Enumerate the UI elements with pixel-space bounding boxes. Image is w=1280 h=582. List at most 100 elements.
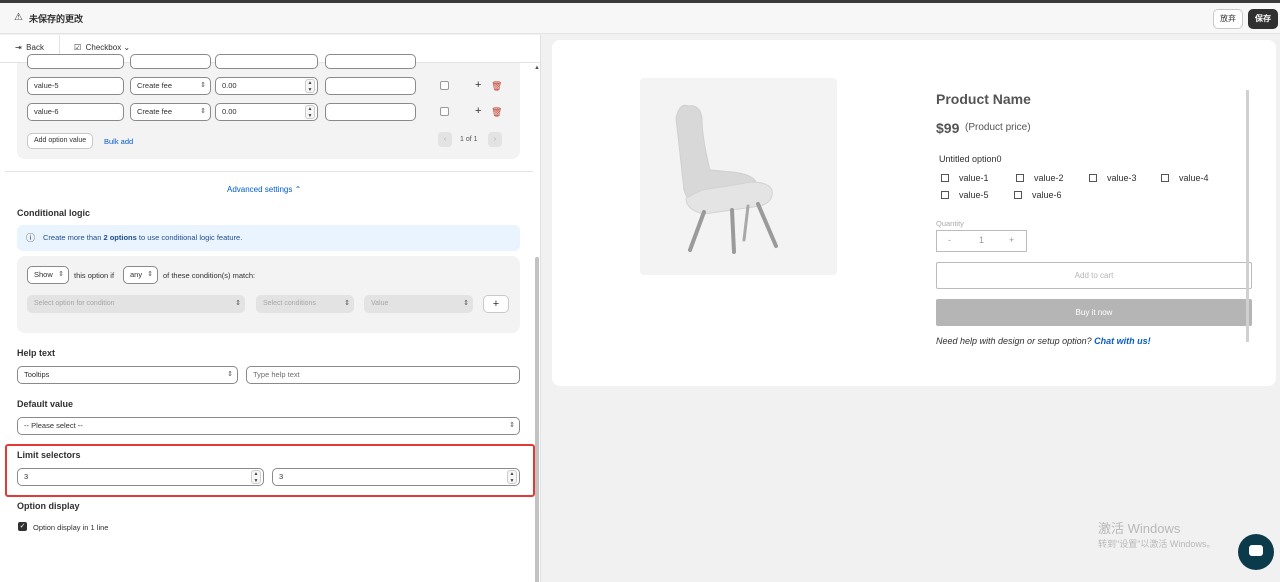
- product-image: [640, 78, 837, 275]
- preview-checkbox-value-2[interactable]: value-2: [1016, 173, 1064, 183]
- preview-value-label: value-3: [1107, 173, 1137, 183]
- default-checkbox[interactable]: [440, 81, 449, 90]
- default-value-select[interactable]: -- Please select -- ⇕: [17, 417, 520, 435]
- this-option-if-label: this option if: [74, 271, 115, 280]
- info-text: Create more than: [43, 233, 104, 242]
- advanced-settings-label: Advanced settings: [227, 185, 293, 194]
- extra-input[interactable]: [325, 77, 416, 95]
- default-checkbox[interactable]: [440, 107, 449, 116]
- preview-checkbox-value-6[interactable]: value-6: [1014, 190, 1062, 200]
- preview-value-label: value-6: [1032, 190, 1062, 200]
- select-arrows-icon: ⇕: [200, 108, 206, 115]
- fee-type-value: Create fee: [137, 107, 173, 116]
- quantity-plus[interactable]: +: [1009, 235, 1014, 245]
- amount-input[interactable]: 0.00 ▲ ▼: [215, 103, 318, 121]
- quantity-stepper[interactable]: - 1 +: [936, 230, 1027, 252]
- preview-value-label: value-5: [959, 190, 989, 200]
- buy-now-button[interactable]: Buy it now: [936, 299, 1252, 326]
- conditions-match-label: of these condition(s) match:: [163, 271, 256, 280]
- preview-checkbox-value-5[interactable]: value-5: [941, 190, 989, 200]
- add-condition-button[interactable]: +: [483, 295, 509, 313]
- scroll-thumb[interactable]: [535, 257, 539, 582]
- stepper-icon[interactable]: ▲ ▼: [305, 79, 315, 93]
- help-text-title: Help text: [17, 348, 56, 358]
- plus-icon[interactable]: +: [475, 79, 481, 91]
- next-page-button[interactable]: ›: [488, 132, 502, 147]
- show-select[interactable]: Show ⇕: [27, 266, 69, 284]
- fee-type-select[interactable]: [130, 54, 211, 69]
- any-select[interactable]: any ⇕: [123, 266, 158, 284]
- checkbox-icon: [941, 174, 949, 182]
- show-value: Show: [34, 270, 53, 279]
- prev-page-button[interactable]: ‹: [438, 132, 452, 147]
- condition-box: Show ⇕ this option if any ⇕ of these condi…: [17, 256, 520, 333]
- condition-option-select[interactable]: Select option for condition ⇕: [27, 295, 245, 313]
- back-label: Back: [26, 43, 44, 52]
- limit-max-value: 3: [279, 472, 284, 481]
- back-arrow-icon: ⇥: [15, 43, 22, 52]
- editor-scrollbar[interactable]: ▲: [534, 63, 540, 582]
- condition-type-select[interactable]: Select conditions ⇕: [256, 295, 354, 313]
- preview-scrollbar[interactable]: [1246, 90, 1249, 342]
- default-value-title: Default value: [17, 399, 74, 409]
- stepper-icon[interactable]: ▲ ▼: [251, 470, 261, 484]
- activation-watermark-text: 转到"设置"以激活 Windows。: [1098, 539, 1216, 549]
- checkbox-icon: [1014, 191, 1022, 199]
- option-label: Untitled option0: [939, 154, 1002, 164]
- product-name: Product Name: [936, 91, 1031, 107]
- help-text-type-value: Tooltips: [24, 370, 50, 379]
- unsaved-title: 未保存的更改: [29, 14, 84, 24]
- help-line: Need help with design or setup option? C…: [936, 336, 1151, 346]
- option-display-label: Option display in 1 line: [33, 523, 109, 532]
- add-option-value-button[interactable]: Add option value: [27, 133, 94, 149]
- bulk-add-link[interactable]: Bulk add: [104, 137, 133, 146]
- option-display-checkbox[interactable]: ✓: [18, 522, 27, 531]
- extra-input[interactable]: [325, 103, 416, 121]
- trash-icon[interactable]: 🗑: [491, 107, 502, 118]
- extra-input[interactable]: [325, 54, 416, 69]
- preview-checkbox-value-4[interactable]: value-4: [1161, 173, 1209, 183]
- chat-with-us-link[interactable]: Chat with us!: [1094, 336, 1151, 346]
- limit-max-input[interactable]: 3 ▲ ▼: [272, 468, 520, 486]
- condition-value-select[interactable]: Value ⇕: [364, 295, 473, 313]
- save-button[interactable]: 保存: [1248, 9, 1278, 29]
- quantity-label: Quantity: [936, 219, 964, 228]
- chat-button[interactable]: [1238, 534, 1274, 570]
- select-arrows-icon: ⇕: [227, 371, 233, 378]
- fee-type-select[interactable]: Create fee ⇕: [130, 77, 211, 95]
- checkbox-icon: ☑: [74, 43, 82, 52]
- quantity-minus[interactable]: -: [948, 235, 951, 245]
- product-price: $99: [936, 120, 960, 136]
- option-type-dropdown[interactable]: ☑ Checkbox ⌄: [74, 43, 130, 52]
- discard-button[interactable]: 放弃: [1213, 9, 1243, 29]
- limit-min-input[interactable]: 3 ▲ ▼: [17, 468, 264, 486]
- stepper-icon[interactable]: ▲ ▼: [305, 105, 315, 119]
- help-text-input[interactable]: Type help text: [246, 366, 520, 384]
- option-value-input[interactable]: [27, 54, 124, 69]
- select-arrows-icon: ⇕: [235, 300, 241, 307]
- fee-type-select[interactable]: Create fee ⇕: [130, 103, 211, 121]
- preview-checkbox-value-1[interactable]: value-1: [941, 173, 989, 183]
- amount-input[interactable]: 0.00 ▲ ▼: [215, 77, 318, 95]
- quantity-value: 1: [979, 235, 985, 245]
- limit-selectors-title: Limit selectors: [17, 450, 81, 460]
- select-arrows-icon: ⇕: [344, 300, 350, 307]
- unsaved-changes-bar: ⚠ 未保存的更改 放弃 保存: [0, 0, 1280, 34]
- plus-icon[interactable]: +: [475, 105, 481, 117]
- preview-value-label: value-4: [1179, 173, 1209, 183]
- chat-icon: [1249, 545, 1263, 556]
- preview-checkbox-value-3[interactable]: value-3: [1089, 173, 1137, 183]
- option-value-input[interactable]: value-5: [27, 77, 124, 95]
- back-button[interactable]: ⇥ Back: [15, 43, 44, 52]
- advanced-settings-toggle[interactable]: Advanced settings ⌃: [227, 185, 301, 194]
- option-value-input[interactable]: value-6: [27, 103, 124, 121]
- any-value: any: [130, 270, 143, 279]
- amount-input[interactable]: [215, 54, 318, 69]
- stepper-icon[interactable]: ▲ ▼: [507, 470, 517, 484]
- trash-icon[interactable]: 🗑: [491, 81, 502, 92]
- info-text-suffix: to use conditional logic feature.: [136, 233, 243, 242]
- help-text-type-select[interactable]: Tooltips ⇕: [17, 366, 238, 384]
- limit-min-value: 3: [24, 472, 29, 481]
- add-to-cart-button[interactable]: Add to cart: [936, 262, 1252, 289]
- scroll-up-icon[interactable]: ▲: [534, 65, 540, 71]
